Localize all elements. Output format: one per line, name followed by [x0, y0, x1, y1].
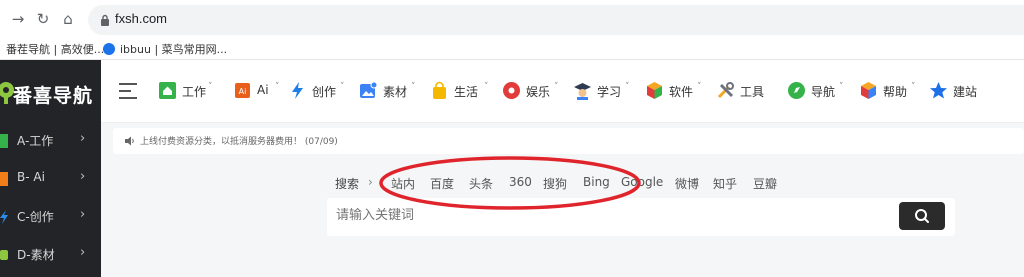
top-navigation: 工作 ˅ Ai Ai ˅ 创作 ˅ 素材 ˅ 生活 ˅ 娱乐 ˅ 学习 ˅ 软件…: [101, 60, 1024, 123]
search-tab-site[interactable]: 站内: [391, 175, 415, 192]
menu-icon[interactable]: [119, 83, 137, 99]
announcement-text: 上线付费资源分类，以抵消服务器费用！ (07/09): [140, 137, 338, 147]
address-bar[interactable]: fxsh.com: [88, 5, 1024, 35]
ai-icon: Ai: [235, 83, 250, 98]
logo[interactable]: 番喜导航: [0, 60, 101, 122]
chevron-down-icon: ˅: [208, 82, 213, 92]
nav-item-label: 帮助: [883, 85, 908, 99]
search-tab-zhihu[interactable]: 知乎: [713, 175, 737, 192]
chevron-right-icon: ›: [368, 175, 373, 189]
nav-item-label: Ai: [257, 83, 269, 97]
nav-item-label: 工具: [740, 85, 765, 99]
robot-icon: [0, 250, 8, 260]
nav-item-label: 导航: [811, 85, 836, 99]
chevron-right-icon: ›: [80, 131, 86, 146]
main-content: 上线付费资源分类，以抵消服务器费用！ (07/09) 搜索 › 站内 百度 头条…: [101, 123, 1024, 277]
bookmark-favicon-icon: [103, 43, 115, 55]
url-text: fxsh.com: [115, 11, 168, 26]
search-tab-google[interactable]: Google: [621, 175, 663, 189]
home-icon: [0, 134, 8, 148]
svg-text:Ai: Ai: [239, 87, 247, 96]
nav-item-label: 工作: [182, 85, 207, 99]
search-tab-sogou[interactable]: 搜狗: [543, 175, 567, 192]
home-icon[interactable]: ⌂: [58, 9, 78, 29]
nav-item-label: 娱乐: [526, 85, 551, 99]
search-label: 搜索: [335, 177, 360, 191]
compass-icon: [788, 82, 805, 99]
ai-icon: [0, 172, 8, 186]
chevron-down-icon: ˅: [484, 82, 489, 92]
chevron-down-icon: ˅: [911, 82, 916, 92]
chevron-right-icon: ›: [80, 207, 86, 222]
chevron-down-icon: ˅: [554, 82, 559, 92]
reload-icon[interactable]: ↻: [33, 9, 53, 29]
nav-item-label: 学习: [597, 85, 622, 99]
home-icon: [159, 82, 176, 99]
bookmark-item[interactable]: ibbuu | 菜鸟常用网...: [120, 41, 227, 57]
chevron-down-icon: ˅: [625, 82, 630, 92]
nav-item-label: 软件: [669, 85, 694, 99]
bolt-icon: [0, 210, 8, 224]
search-box: [327, 198, 955, 236]
chevron-down-icon: ˅: [839, 82, 844, 92]
search-tab-weibo[interactable]: 微博: [675, 175, 699, 192]
browser-toolbar: → ↻ ⌂ fxsh.com: [0, 0, 1024, 38]
search-icon: [915, 209, 929, 223]
nav-item-label: 素材: [383, 85, 408, 99]
search-tab-toutiao[interactable]: 头条: [469, 175, 493, 192]
search-tab-douban[interactable]: 豆瓣: [753, 175, 777, 192]
speaker-icon: [125, 136, 134, 146]
logo-icon: [0, 82, 14, 104]
sidebar-item-create[interactable]: C-创作 ›: [0, 198, 101, 236]
help-cube-icon: [861, 82, 876, 99]
cube-icon: [647, 82, 662, 99]
search-input[interactable]: [336, 208, 876, 223]
announcement-bar[interactable]: 上线付费资源分类，以抵消服务器费用！ (07/09): [113, 128, 1024, 154]
search-tab-bing[interactable]: Bing: [583, 175, 610, 189]
logo-text: 番喜导航: [13, 85, 94, 107]
sidebar-item-label: C-创作: [17, 210, 54, 224]
search-button[interactable]: [899, 202, 945, 230]
forward-icon[interactable]: →: [8, 9, 28, 29]
chevron-right-icon: ›: [80, 245, 86, 260]
chevron-down-icon: ˅: [697, 82, 702, 92]
bookmarks-bar: 番茬导航 | 高效便... ibbuu | 菜鸟常用网...: [0, 38, 1024, 60]
student-icon: [574, 83, 591, 100]
chevron-right-icon: ›: [80, 169, 86, 184]
chevron-down-icon: ˅: [275, 82, 280, 92]
game-icon: [503, 82, 520, 99]
star-icon: [930, 82, 947, 99]
sidebar-item-label: D-素材: [17, 248, 55, 262]
sidebar-item-material[interactable]: D-素材 ›: [0, 236, 101, 274]
lock-icon: [101, 14, 109, 26]
sidebar-item-label: A-工作: [17, 134, 54, 148]
nav-item-label: 建站: [953, 85, 978, 99]
sidebar: 番喜导航 A-工作 › B- Ai › C-创作 › D-素材 ›: [0, 60, 101, 277]
bolt-icon: [292, 82, 303, 99]
chevron-down-icon: ˅: [340, 82, 345, 92]
image-icon: [360, 81, 378, 98]
sidebar-item-ai[interactable]: B- Ai ›: [0, 160, 101, 198]
nav-item-label: 创作: [312, 85, 337, 99]
bookmark-item[interactable]: 番茬导航 | 高效便...: [6, 41, 104, 57]
tools-icon: [717, 82, 734, 99]
sidebar-item-work[interactable]: A-工作 ›: [0, 122, 101, 160]
search-tab-360[interactable]: 360: [509, 175, 532, 189]
nav-item-label: 生活: [454, 85, 479, 99]
chevron-down-icon: ˅: [411, 82, 416, 92]
bag-icon: [433, 81, 446, 99]
sidebar-item-label: B- Ai: [17, 170, 45, 184]
search-tab-baidu[interactable]: 百度: [430, 175, 454, 192]
